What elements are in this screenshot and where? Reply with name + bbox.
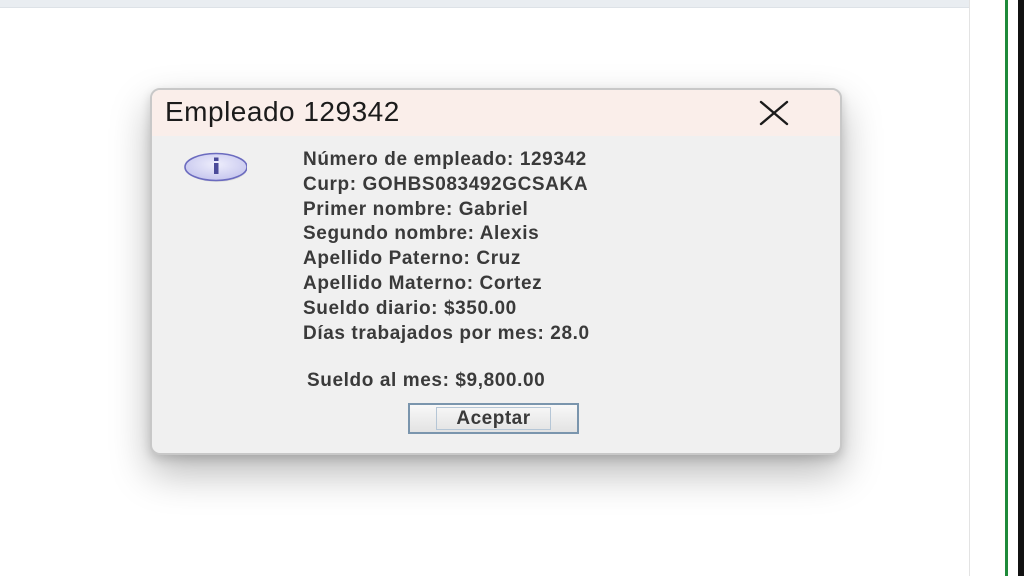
first-name-line: Primer nombre: Gabriel: [303, 198, 529, 220]
dialog-title: Empleado 129342: [165, 96, 400, 127]
background-window-right-panel: [969, 0, 1006, 576]
paternal-surname-line: Apellido Paterno: Cruz: [303, 248, 521, 270]
close-icon: [759, 100, 789, 126]
green-edge-stripe: [1005, 0, 1008, 576]
monthly-salary-line: Sueldo al mes: $9,800.00: [307, 370, 546, 391]
dialog-title-bar[interactable]: Empleado 129342: [152, 90, 840, 136]
days-worked-line: Días trabajados por mes: 28.0: [303, 322, 590, 344]
second-name-line: Segundo nombre: Alexis: [303, 223, 540, 245]
curp-line: Curp: GOHBS083492GCSAKA: [303, 173, 589, 195]
dark-edge-stripe: [1018, 0, 1024, 576]
daily-salary-line: Sueldo diario: $350.00: [303, 297, 517, 319]
screen-right-edge: [1005, 0, 1024, 576]
desktop-background: Empleado 129342 Número de empleado: 1293…: [0, 0, 1024, 576]
message-dialog: Empleado 129342 Número de empleado: 1293…: [150, 88, 842, 455]
employee-number-line: Número de empleado: 129342: [303, 149, 587, 170]
info-icon: [184, 152, 247, 182]
background-window-top-strip: [0, 0, 970, 8]
close-button[interactable]: [748, 94, 800, 132]
maternal-surname-line: Apellido Materno: Cortez: [303, 272, 543, 294]
accept-button[interactable]: Aceptar: [408, 403, 579, 434]
accept-button-label: Aceptar: [456, 407, 531, 429]
employee-details: Número de empleado: 129342 Curp: GOHBS08…: [303, 149, 590, 347]
